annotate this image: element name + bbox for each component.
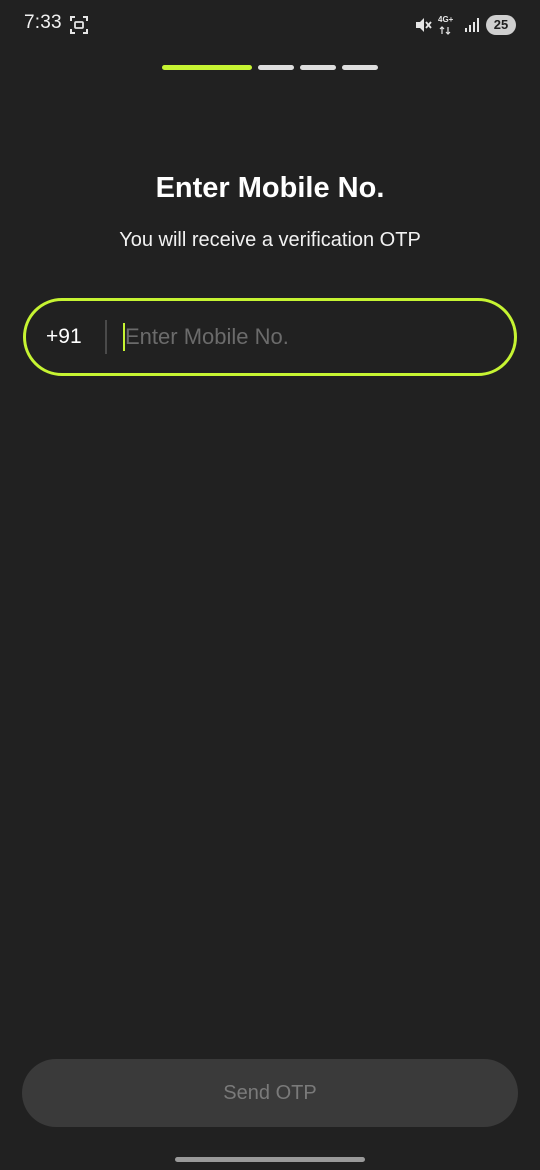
network-icon: 4G+ [438, 15, 458, 35]
progress-steps [162, 65, 378, 70]
mobile-login-screen: 7:33 4G+ 25 Enter Mobile No. You will re… [0, 0, 540, 1170]
page-title: Enter Mobile No. [155, 172, 385, 204]
signal-icon [465, 18, 479, 32]
phone-number-field[interactable]: +91 [23, 298, 517, 376]
mute-icon [416, 18, 432, 32]
page-subtitle: You will receive a verification OTP [119, 229, 421, 251]
status-time: 7:33 [24, 12, 62, 33]
status-bar: 7:33 4G+ 25 [0, 0, 540, 50]
send-otp-button[interactable]: Send OTP [22, 1059, 518, 1127]
field-divider [105, 320, 107, 354]
screenshot-icon [70, 16, 88, 34]
progress-segment-2 [258, 65, 294, 70]
progress-segment-4 [342, 65, 378, 70]
status-icons: 4G+ 25 [414, 13, 516, 37]
progress-segment-3 [300, 65, 336, 70]
home-indicator[interactable] [175, 1157, 365, 1162]
mobile-number-input[interactable] [125, 317, 514, 357]
progress-segment-1 [162, 65, 252, 70]
battery-icon: 25 [486, 15, 516, 35]
country-code[interactable]: +91 [46, 325, 90, 349]
